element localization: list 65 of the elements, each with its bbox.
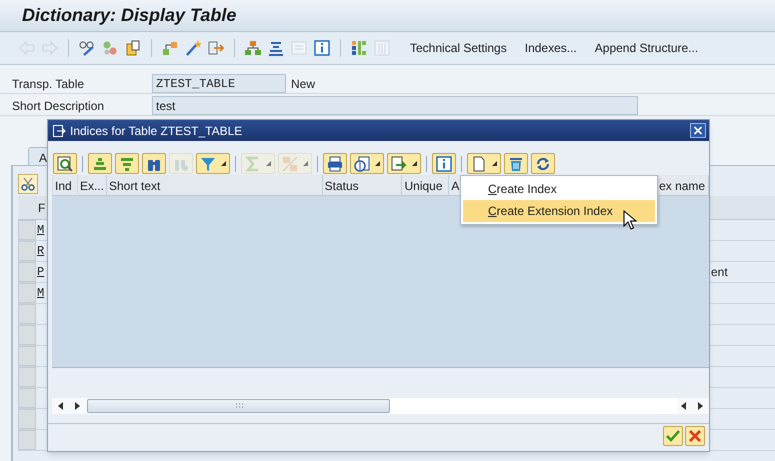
field-label: Short Description: [11, 98, 106, 114]
menu-item[interactable]: Create Extension Index: [463, 200, 655, 222]
table-cell[interactable]: M: [37, 221, 44, 239]
align-icon[interactable]: [267, 39, 285, 57]
dialog-title: Indices for Table ZTEST_TABLE: [70, 122, 242, 140]
cut-button[interactable]: [18, 174, 38, 194]
toolbar-button[interactable]: [531, 153, 555, 174]
text-field[interactable]: test: [152, 96, 638, 115]
scissors-icon: [21, 177, 35, 191]
subtotal-icon: [282, 156, 298, 172]
info-icon[interactable]: [313, 39, 331, 57]
close-icon[interactable]: [690, 123, 706, 138]
view-layout-icon: [354, 156, 370, 172]
dialog-icon: [53, 124, 66, 136]
toolbar-button[interactable]: Technical Settings: [410, 39, 507, 57]
table-cell-text: ent: [711, 264, 728, 281]
toolbar-button[interactable]: [504, 153, 528, 174]
blank-document-icon: [471, 156, 487, 172]
dropdown-button[interactable]: [350, 153, 384, 174]
grip-icon: [234, 403, 242, 409]
column-header[interactable]: Ex...: [78, 175, 107, 196]
refresh-icon: [535, 156, 551, 172]
hierarchy-icon[interactable]: [244, 39, 262, 57]
field-label: Transp. Table: [11, 76, 86, 92]
cancel-button[interactable]: [685, 426, 705, 446]
table-cell[interactable]: R: [37, 242, 44, 260]
glasses-pencil-icon[interactable]: [78, 39, 96, 57]
details-icon: [57, 156, 73, 172]
export-arrow-icon[interactable]: [207, 39, 225, 57]
info-icon: [436, 156, 452, 172]
column-header[interactable]: Short text: [106, 175, 323, 196]
column-header: F: [38, 200, 46, 216]
sort-descending-icon: [119, 156, 135, 172]
sigma-icon: [245, 156, 261, 172]
dropdown-button[interactable]: [467, 153, 501, 174]
trash-icon: [508, 156, 524, 172]
clipboard-icon[interactable]: [124, 39, 142, 57]
printer-icon: [327, 156, 343, 172]
menu-item[interactable]: Create Index: [463, 178, 655, 200]
circles-icon[interactable]: [101, 39, 119, 57]
table-cell[interactable]: M: [37, 284, 44, 302]
close-icon: [688, 429, 702, 443]
color-grid-icon[interactable]: [350, 39, 368, 57]
status-text: New: [291, 76, 316, 92]
confirm-button[interactable]: [663, 426, 683, 446]
filter-icon: [200, 156, 216, 172]
sort-ascending-icon: [92, 156, 108, 172]
toolbar-button[interactable]: [53, 153, 77, 174]
export-icon: [391, 156, 407, 172]
scrollbar-thumb[interactable]: [87, 399, 390, 413]
toolbar-button[interactable]: [323, 153, 347, 174]
toolbar-button[interactable]: Append Structure...: [594, 39, 698, 57]
objects-icon[interactable]: [161, 39, 179, 57]
column-header[interactable]: Status: [322, 175, 402, 196]
toolbar-button[interactable]: [142, 153, 166, 174]
column-header[interactable]: Ind: [52, 175, 78, 196]
dropdown-button[interactable]: [387, 153, 421, 174]
magic-wand-icon[interactable]: [184, 39, 202, 57]
toolbar-button[interactable]: [432, 153, 456, 174]
window-title: Dictionary: Display Table: [22, 4, 236, 27]
checkmark-icon: [666, 429, 680, 443]
table-cell[interactable]: P: [37, 263, 44, 281]
text-field[interactable]: ZTEST_TABLE: [152, 74, 286, 93]
column-header[interactable]: Unique: [402, 175, 450, 196]
toolbar-button[interactable]: Indexes...: [524, 39, 577, 57]
